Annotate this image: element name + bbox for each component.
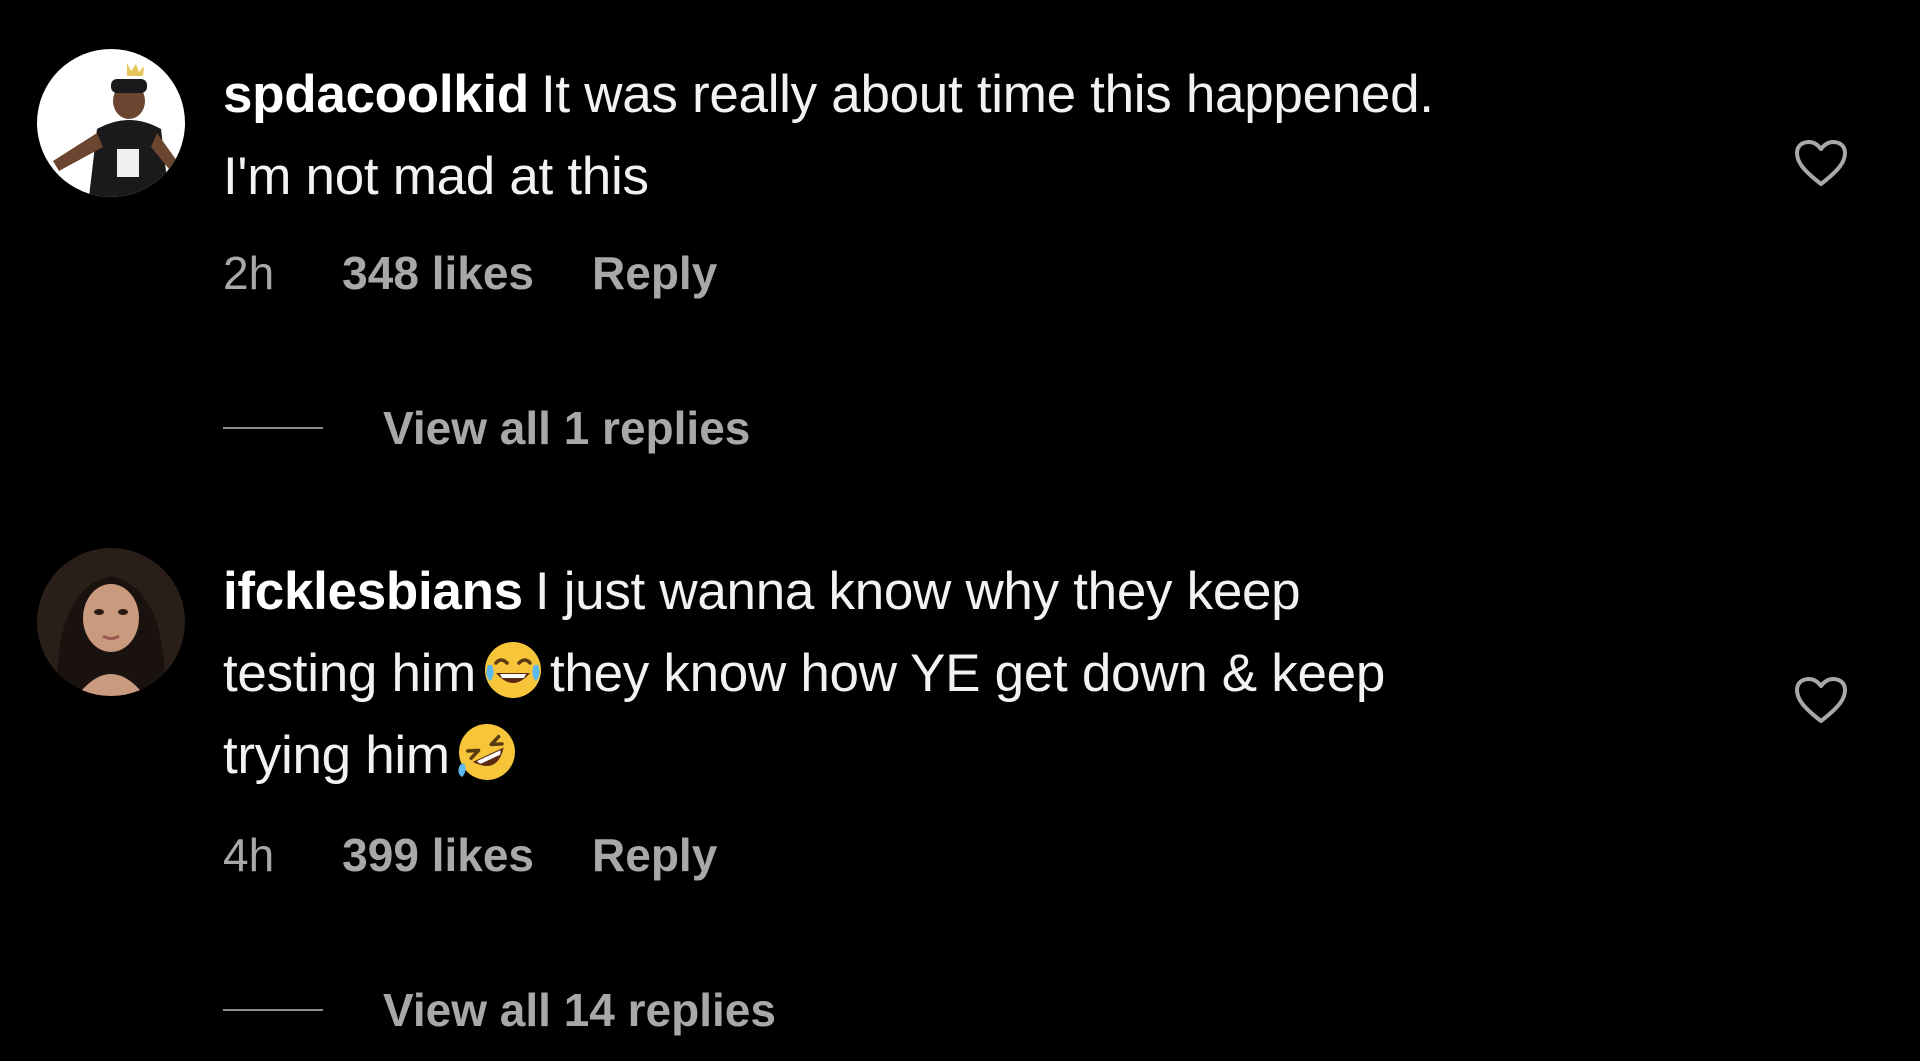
comments-screen: spdacoolkid It was really about time this… [0,0,1920,1061]
view-replies-label: View all 14 replies [383,984,776,1036]
like-count[interactable]: 399 likes [342,829,534,881]
comment-text: ifcklesbians I just wanna know why they k… [223,551,1703,797]
avatar-image [37,548,185,696]
like-heart-icon[interactable] [1793,675,1849,725]
username[interactable]: spdacoolkid [223,65,529,124]
comment-line-3: trying him [223,726,450,785]
comment-line-1: I just wanna know why they keep [534,562,1301,621]
comment-line-1: It was really about time this happened. [540,65,1434,124]
avatar-image [37,49,185,197]
like-count[interactable]: 348 likes [342,247,534,299]
divider-line [223,1009,323,1011]
view-replies-label: View all 1 replies [383,402,751,454]
username[interactable]: ifcklesbians [223,562,523,621]
comment-line-2: I'm not mad at this [223,147,649,206]
comment-time: 4h [223,829,275,881]
comment-meta: 4h 399 likes Reply [223,828,717,882]
reply-button[interactable]: Reply [592,829,717,881]
reply-button[interactable]: Reply [592,247,717,299]
comment-line-2b: they know how YE get down & keep [549,644,1385,703]
comment-meta: 2h 348 likes Reply [223,246,717,300]
avatar[interactable] [37,548,185,696]
like-heart-icon[interactable] [1793,138,1849,188]
comment-text: spdacoolkid It was really about time this… [223,54,1703,218]
comment-line-2: testing him [223,644,476,703]
view-replies-button[interactable]: View all 14 replies [223,980,776,1040]
divider-line [223,427,323,429]
face-with-tears-of-joy-icon [482,639,544,701]
comment-time: 2h [223,247,275,299]
avatar[interactable] [37,49,185,197]
view-replies-button[interactable]: View all 1 replies [223,398,750,458]
rolling-on-the-floor-laughing-icon [456,721,518,783]
